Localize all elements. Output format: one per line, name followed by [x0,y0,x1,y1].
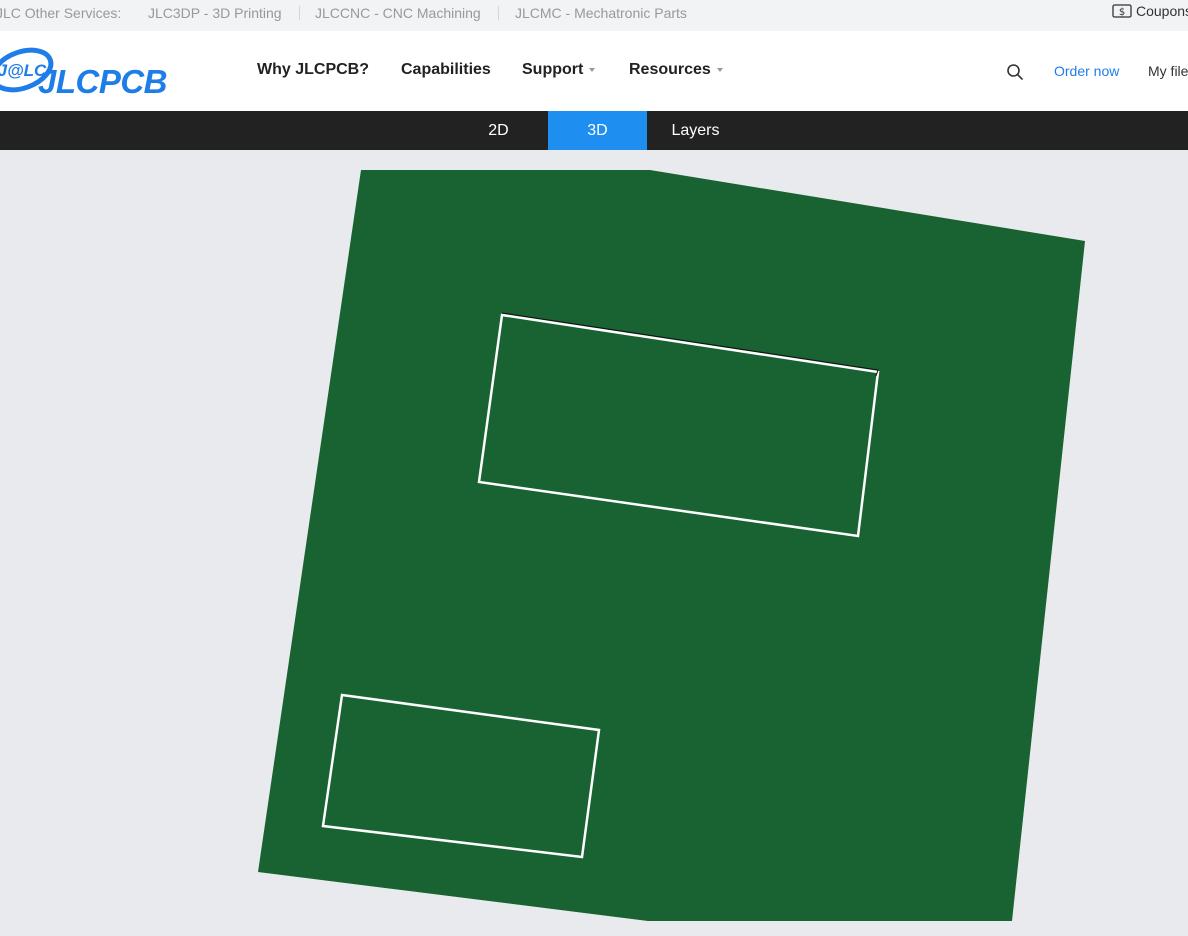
main-header: J@LC JLCPCB Why JLCPCB? Capabilities Sup… [0,31,1188,111]
pcb-3d-viewer[interactable] [0,150,1188,931]
nav-label: Resources [629,61,711,78]
nav-resources[interactable]: Resources [629,61,723,79]
tab-3d[interactable]: 3D [548,111,647,150]
pcb-board [258,170,1085,921]
service-link-cnc-machining[interactable]: JLCCNC - CNC Machining [315,5,481,21]
order-now-link[interactable]: Order now [1054,63,1119,79]
service-link-mechatronic-parts[interactable]: JLCMC - Mechatronic Parts [515,5,687,21]
svg-text:$: $ [1119,7,1125,18]
coupons-link[interactable]: $ Coupons [1112,3,1188,19]
view-mode-bar: 2D 3D Layers [0,111,1188,150]
nav-why-jlcpcb[interactable]: Why JLCPCB? [257,61,369,79]
chevron-down-icon [589,68,596,72]
pcb-3d-canvas[interactable] [0,150,1188,931]
logo-text: JLCPCB [38,63,168,100]
other-services-bar: JLC Other Services: JLC3DP - 3D Printing… [0,0,1188,31]
coupon-icon: $ [1112,4,1132,18]
divider [299,6,300,20]
tab-layers[interactable]: Layers [647,111,744,150]
my-file-link[interactable]: My file [1148,63,1188,79]
nav-label: Support [522,61,584,78]
jlcpcb-logo[interactable]: J@LC JLCPCB [0,45,212,100]
search-icon[interactable] [1006,63,1024,81]
nav-capabilities[interactable]: Capabilities [401,61,491,79]
service-link-3d-printing[interactable]: JLC3DP - 3D Printing [148,5,282,21]
nav-label: Why JLCPCB? [257,61,369,78]
chevron-down-icon [716,68,723,72]
nav-label: Capabilities [401,61,491,78]
nav-support[interactable]: Support [522,61,596,79]
tab-2d[interactable]: 2D [449,111,548,150]
coupons-label: Coupons [1136,3,1188,19]
other-services-label: JLC Other Services: [0,5,122,21]
divider [498,6,499,20]
